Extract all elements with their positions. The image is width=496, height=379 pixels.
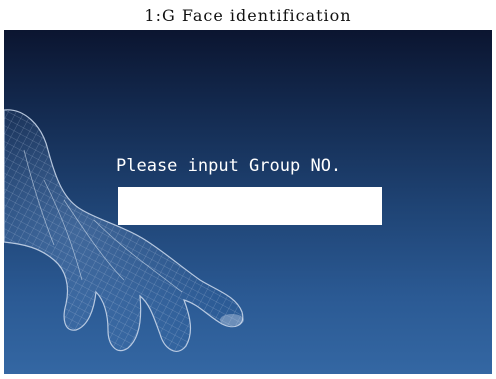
device-screen: Please input Group NO.	[4, 30, 492, 374]
group-number-prompt: Please input Group NO.	[116, 156, 342, 176]
window-title: 1:G Face identification	[144, 6, 352, 25]
group-number-input[interactable]	[118, 187, 382, 225]
title-bar: 1:G Face identification	[0, 0, 496, 30]
